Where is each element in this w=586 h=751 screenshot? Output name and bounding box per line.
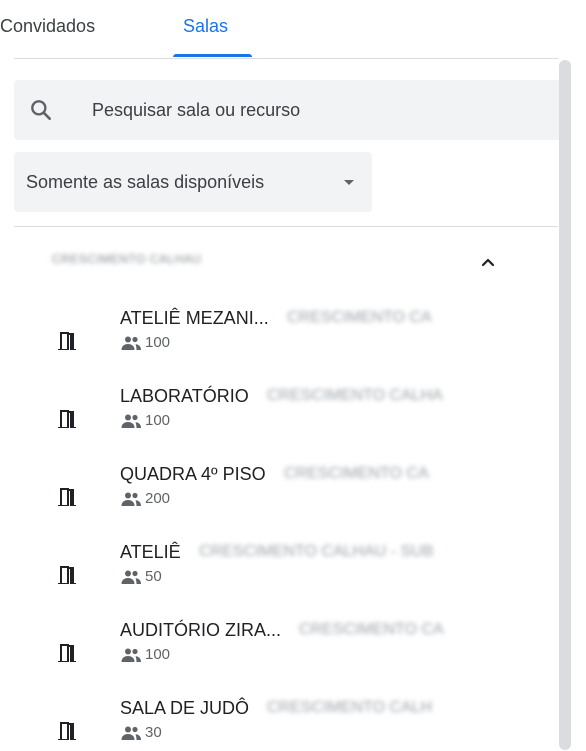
- rooms-panel: Convidados Salas Somente as salas dispon…: [0, 0, 586, 751]
- meeting-room-icon: [58, 410, 76, 428]
- tab-salas[interactable]: Salas: [183, 14, 228, 38]
- search-input[interactable]: [92, 98, 532, 122]
- room-capacity: 100: [145, 646, 171, 663]
- people-icon: [121, 570, 141, 584]
- building-group-header[interactable]: CRESCIMENTO CALHAU: [52, 250, 512, 274]
- room-building: CRESCIMENTO CA: [299, 621, 444, 638]
- room-building: CRESCIMENTO CA: [287, 309, 432, 326]
- room-capacity: 100: [145, 334, 171, 351]
- divider: [14, 226, 558, 227]
- room-list-item[interactable]: LABORATÓRIO CRESCIMENTO CALHA 100: [0, 377, 520, 455]
- meeting-room-icon: [58, 332, 76, 350]
- room-capacity: 200: [145, 490, 171, 507]
- room-name: SALA DE JUDÔ: [120, 698, 250, 718]
- room-name: AUDITÓRIO ZIRA...: [120, 620, 282, 640]
- meeting-room-icon: [58, 644, 76, 662]
- people-icon: [121, 492, 141, 506]
- search-icon: [31, 100, 51, 120]
- room-building: CRESCIMENTO CALH: [267, 699, 433, 716]
- meeting-room-icon: [58, 722, 76, 740]
- room-list-item[interactable]: QUADRA 4º PISO CRESCIMENTO CA 200: [0, 455, 520, 533]
- people-icon: [121, 414, 141, 428]
- room-list-item[interactable]: AUDITÓRIO ZIRA... CRESCIMENTO CA 100: [0, 611, 520, 689]
- tab-bar: Convidados Salas: [0, 0, 586, 58]
- room-name: LABORATÓRIO: [120, 386, 249, 406]
- building-group-name: CRESCIMENTO CALHAU: [52, 252, 202, 266]
- people-icon: [121, 726, 141, 740]
- room-name: QUADRA 4º PISO: [120, 464, 266, 484]
- room-name: ATELIÊ MEZANI...: [120, 308, 269, 328]
- room-building: CRESCIMENTO CA: [284, 465, 429, 482]
- room-capacity: 100: [145, 412, 171, 429]
- room-list-item[interactable]: ATELIÊ CRESCIMENTO CALHAU - SUB 50: [0, 533, 520, 611]
- arrow-drop-down-icon: [344, 180, 354, 185]
- room-capacity: 50: [145, 568, 162, 585]
- room-list-item[interactable]: SALA DE JUDÔ CRESCIMENTO CALH 30: [0, 689, 520, 751]
- meeting-room-icon: [58, 488, 76, 506]
- room-building: CRESCIMENTO CALHAU - SUB: [199, 543, 434, 560]
- active-tab-indicator: [173, 54, 252, 57]
- search-box[interactable]: [14, 80, 559, 140]
- room-list-item[interactable]: ATELIÊ MEZANI... CRESCIMENTO CA 100: [0, 299, 520, 377]
- people-icon: [121, 336, 141, 350]
- chevron-up-icon[interactable]: [480, 254, 496, 270]
- people-icon: [121, 648, 141, 662]
- tab-convidados[interactable]: Convidados: [0, 14, 95, 38]
- scrollbar[interactable]: [559, 60, 571, 750]
- room-name: ATELIÊ: [120, 542, 181, 562]
- filter-selected-value: Somente as salas disponíveis: [26, 172, 265, 192]
- room-building: CRESCIMENTO CALHA: [267, 387, 443, 404]
- availability-filter-dropdown[interactable]: Somente as salas disponíveis: [14, 152, 372, 212]
- meeting-room-icon: [58, 566, 76, 584]
- room-capacity: 30: [145, 724, 162, 741]
- divider: [14, 58, 558, 59]
